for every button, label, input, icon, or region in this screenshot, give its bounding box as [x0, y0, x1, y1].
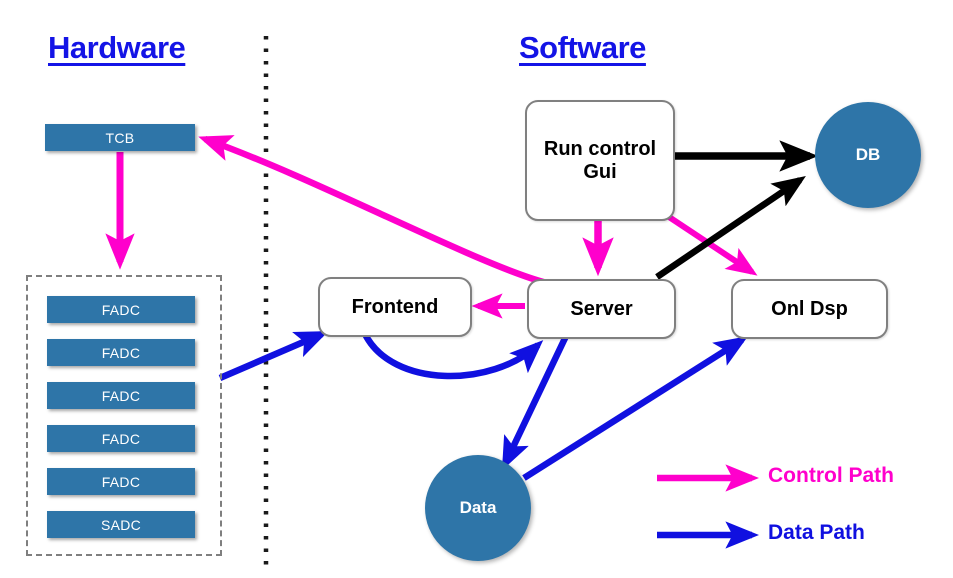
- run-control-gui-line2: Gui: [583, 160, 617, 183]
- diagram-canvas: Hardware Software TCB FADC FADC FADC FAD…: [0, 0, 953, 578]
- hardware-block-fadc-3[interactable]: FADC: [47, 382, 195, 409]
- software-store-data[interactable]: Data: [425, 455, 531, 561]
- hardware-block-fadc-4[interactable]: FADC: [47, 425, 195, 452]
- hardware-block-fadc-2[interactable]: FADC: [47, 339, 195, 366]
- run-control-gui-line1: Run control: [543, 138, 657, 161]
- legend-label-control-path: Control Path: [768, 464, 894, 487]
- section-title-software: Software: [519, 30, 646, 65]
- edge-frontend-to-server: [362, 332, 544, 380]
- hardware-block-fadc-1[interactable]: FADC: [47, 296, 195, 323]
- edge-server-to-db: [655, 175, 806, 280]
- hardware-block-sadc[interactable]: SADC: [47, 511, 195, 538]
- edge-gui-to-onl-dsp: [658, 208, 758, 276]
- software-box-onl-dsp[interactable]: Onl Dsp: [731, 279, 888, 339]
- software-box-run-control-gui[interactable]: Run control Gui: [525, 100, 675, 221]
- software-box-frontend[interactable]: Frontend: [318, 277, 472, 337]
- edge-modules-to-frontend: [218, 331, 329, 381]
- software-box-server[interactable]: Server: [527, 279, 676, 339]
- software-store-db[interactable]: DB: [815, 102, 921, 208]
- hardware-block-fadc-5[interactable]: FADC: [47, 468, 195, 495]
- section-title-hardware: Hardware: [48, 30, 186, 65]
- legend-label-data-path: Data Path: [768, 521, 865, 544]
- edge-data-to-onl-dsp: [522, 336, 749, 481]
- edge-server-to-data: [501, 332, 570, 471]
- hardware-block-tcb[interactable]: TCB: [45, 124, 195, 151]
- edge-server-to-tcb: [198, 135, 548, 287]
